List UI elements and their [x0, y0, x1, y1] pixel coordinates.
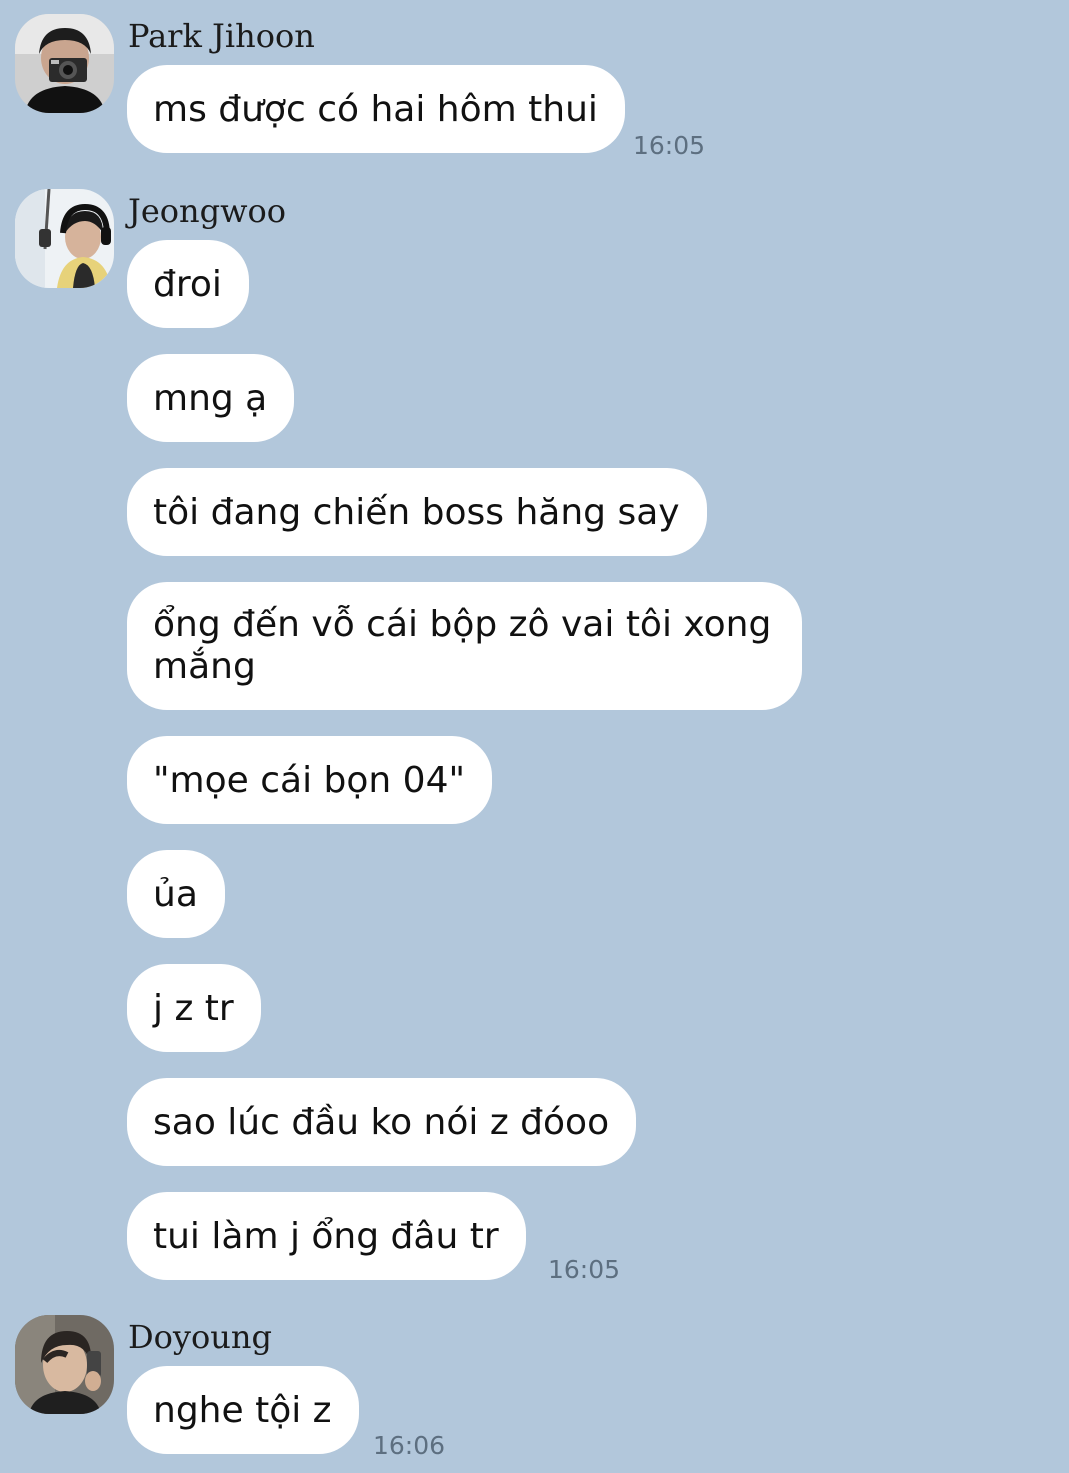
message-bubble[interactable]: nghe tội z: [127, 1366, 359, 1454]
sender-name: Doyoung: [128, 1318, 272, 1356]
message-group-doyoung: Doyoung nghe tội z 16:06: [0, 0, 1069, 1473]
avatar-photo-icon: [15, 1315, 114, 1414]
message-time: 16:06: [373, 1431, 446, 1460]
avatar[interactable]: [15, 1315, 114, 1414]
